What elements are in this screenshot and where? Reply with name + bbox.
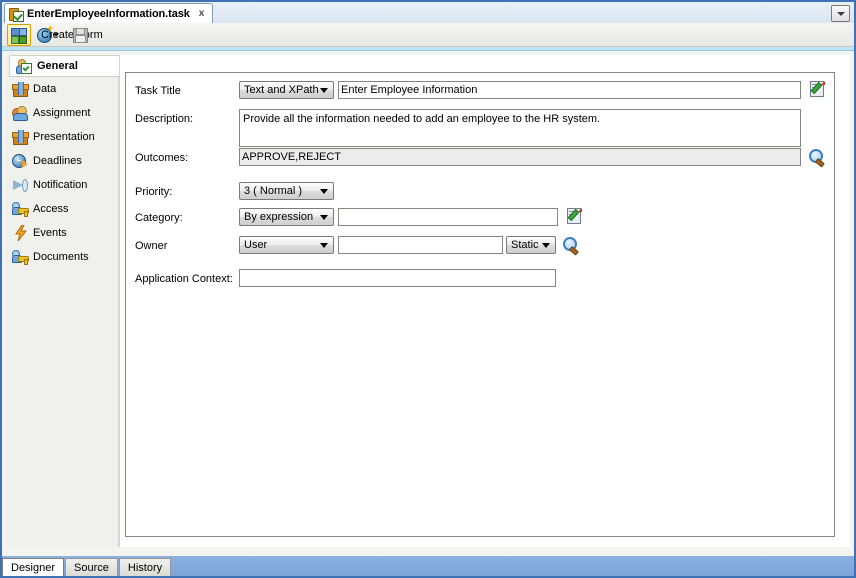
general-section-panel: Task Title Text and XPath Enter Employee… bbox=[119, 55, 850, 547]
clock-icon bbox=[12, 153, 28, 169]
flow-diagram-icon bbox=[11, 27, 27, 44]
sidebar-item-label: Data bbox=[33, 83, 57, 95]
sidebar-item-label: Presentation bbox=[33, 131, 95, 143]
application-context-label: Application Context: bbox=[135, 273, 233, 285]
sidebar-item-presentation[interactable]: Presentation bbox=[6, 125, 118, 149]
chevron-down-icon bbox=[320, 87, 328, 93]
jdeveloper-task-editor-window: EnterEmployeeInformation.task x ✦ Create… bbox=[0, 0, 856, 578]
owner-input[interactable] bbox=[338, 236, 503, 254]
sidebar-item-deadlines[interactable]: Deadlines bbox=[6, 149, 118, 173]
sidebar-item-label: Access bbox=[33, 203, 69, 215]
category-input[interactable] bbox=[338, 208, 558, 226]
sidebar-item-notification[interactable]: Notification bbox=[6, 173, 118, 197]
sidebar-item-label: Notification bbox=[33, 179, 88, 191]
editor-view-tabs: Designer Source History bbox=[2, 556, 854, 576]
priority-dropdown[interactable]: 3 ( Normal ) bbox=[239, 182, 334, 200]
document-tab-label: EnterEmployeeInformation.task bbox=[27, 7, 190, 20]
sidebar-item-label: Documents bbox=[33, 251, 89, 263]
view-tab-history[interactable]: History bbox=[118, 558, 172, 576]
chevron-down-icon bbox=[320, 188, 328, 194]
sidebar-item-documents[interactable]: Documents bbox=[6, 245, 118, 269]
sidebar-item-assignment[interactable]: Assignment bbox=[6, 101, 118, 125]
owner-static-value: Static bbox=[511, 239, 539, 251]
create-form-button[interactable]: ✦ Create Form bbox=[33, 24, 103, 46]
category-mode-dropdown[interactable]: By expression bbox=[239, 208, 334, 226]
task-section-sidebar: General Data Assignment Presentation Deadlin… bbox=[6, 55, 119, 547]
task-title-input[interactable]: Enter Employee Information bbox=[338, 81, 801, 99]
chevron-down-icon bbox=[320, 214, 328, 220]
document-tab-bar: EnterEmployeeInformation.task x bbox=[2, 2, 854, 24]
sidebar-item-label: Deadlines bbox=[33, 155, 82, 167]
tab-overflow-menu-button[interactable] bbox=[831, 5, 850, 22]
owner-label: Owner bbox=[135, 240, 168, 252]
task-file-icon bbox=[9, 6, 24, 22]
presentation-box-icon bbox=[12, 129, 29, 145]
priority-label: Priority: bbox=[135, 186, 173, 198]
chevron-down-icon bbox=[542, 242, 550, 248]
sidebar-item-label: Assignment bbox=[33, 107, 91, 119]
task-title-label: Task Title bbox=[135, 85, 181, 97]
sidebar-item-label: General bbox=[37, 60, 78, 72]
outcomes-label: Outcomes: bbox=[135, 152, 189, 164]
close-icon[interactable]: x bbox=[199, 8, 205, 19]
sidebar-item-data[interactable]: Data bbox=[6, 77, 118, 101]
general-form: Task Title Text and XPath Enter Employee… bbox=[125, 72, 835, 537]
application-context-input[interactable] bbox=[239, 269, 556, 287]
chevron-down-icon bbox=[836, 11, 845, 16]
user-key-icon bbox=[12, 249, 29, 265]
chevron-down-icon bbox=[320, 242, 328, 248]
editor-toolbar: ✦ Create Form bbox=[2, 23, 854, 47]
megaphone-icon bbox=[12, 177, 28, 193]
lightning-bolt-icon bbox=[12, 225, 28, 241]
outcomes-input[interactable]: APPROVE,REJECT bbox=[239, 148, 801, 166]
priority-value: 3 ( Normal ) bbox=[244, 185, 303, 197]
people-icon bbox=[12, 105, 28, 121]
task-title-mode-value: Text and XPath bbox=[244, 84, 319, 96]
data-box-icon bbox=[12, 81, 29, 97]
sidebar-item-access[interactable]: Access bbox=[6, 197, 118, 221]
owner-search-icon[interactable] bbox=[563, 237, 579, 256]
sidebar-item-label: Events bbox=[33, 227, 67, 239]
owner-type-dropdown[interactable]: User bbox=[239, 236, 334, 254]
sidebar-item-events[interactable]: Events bbox=[6, 221, 118, 245]
save-disk-icon bbox=[72, 27, 88, 43]
owner-type-value: User bbox=[244, 239, 268, 251]
description-label: Description: bbox=[135, 113, 194, 125]
outcomes-search-icon[interactable] bbox=[809, 149, 825, 168]
edit-expression-icon[interactable] bbox=[809, 81, 825, 97]
description-textarea[interactable]: Provide all the information needed to ad… bbox=[239, 109, 801, 147]
sidebar-item-general[interactable]: General bbox=[9, 55, 119, 77]
owner-static-dropdown[interactable]: Static bbox=[506, 236, 556, 254]
editor-body: General Data Assignment Presentation Deadlin… bbox=[2, 51, 854, 556]
view-tab-source[interactable]: Source bbox=[65, 558, 118, 576]
flow-diagram-button[interactable] bbox=[7, 23, 31, 46]
document-tab-enteremployeeinformation[interactable]: EnterEmployeeInformation.task x bbox=[4, 3, 213, 23]
user-key-icon bbox=[12, 201, 29, 217]
category-mode-value: By expression bbox=[244, 211, 314, 223]
category-edit-expression-icon[interactable] bbox=[566, 208, 582, 224]
category-label: Category: bbox=[135, 212, 183, 224]
user-check-icon bbox=[16, 58, 32, 74]
task-title-mode-dropdown[interactable]: Text and XPath bbox=[239, 81, 334, 99]
view-tab-designer[interactable]: Designer bbox=[2, 558, 65, 576]
